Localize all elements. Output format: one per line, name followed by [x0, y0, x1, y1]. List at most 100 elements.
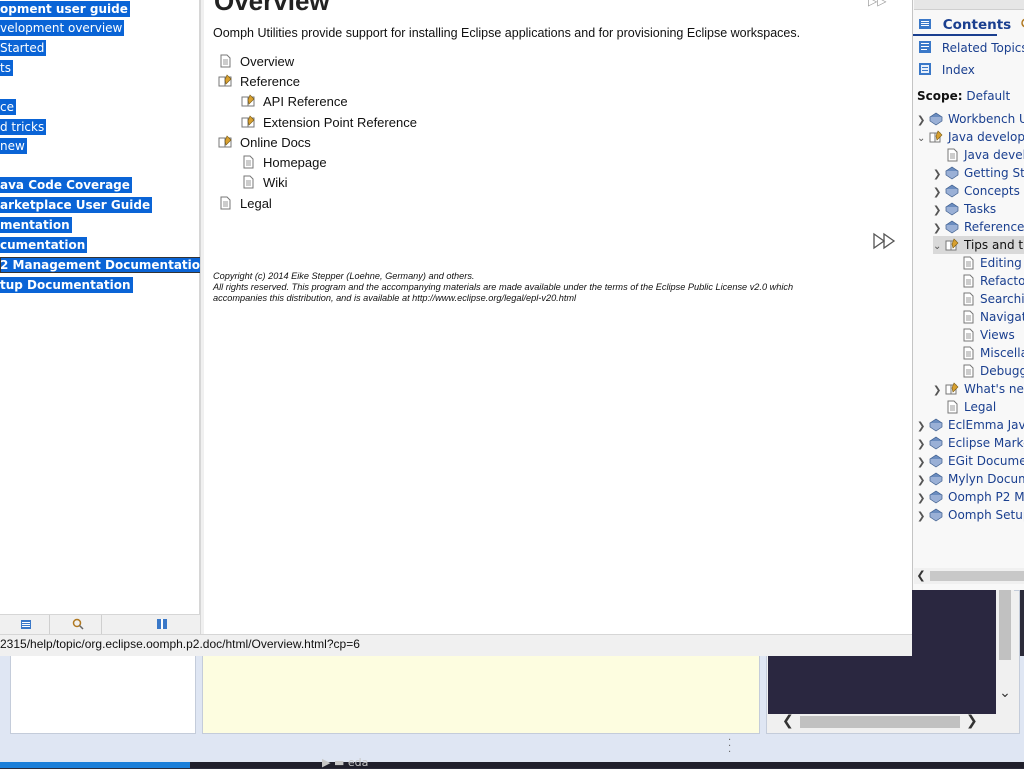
tree-node[interactable]: Editing	[949, 254, 1024, 272]
tree-item[interactable]: opment user guide	[0, 1, 130, 17]
toc-link[interactable]: Online Docs	[218, 134, 311, 152]
toc-link-label: Extension Point Reference	[263, 115, 417, 130]
copyright-line: All rights reserved. This program and th…	[213, 282, 794, 292]
tree-node[interactable]: ❯ Oomph Setup	[917, 506, 1024, 524]
tab-related-topics[interactable]: Related Topics	[918, 40, 1024, 55]
tree-node[interactable]: Debugg	[949, 362, 1024, 380]
background-horizontal-scroll-thumb[interactable]	[800, 716, 960, 728]
tree-node[interactable]: ⌄ Tips and tri	[933, 236, 1024, 254]
tree-item[interactable]: d tricks	[0, 119, 47, 135]
book-icon	[929, 490, 943, 504]
tree-item[interactable]: mentation	[0, 217, 72, 233]
tree-node-label: Getting Sta	[964, 166, 1024, 180]
tree-item[interactable]: new	[0, 138, 27, 154]
tree-node[interactable]: ❯EclEmma Java	[917, 416, 1024, 434]
page-icon	[218, 54, 232, 68]
background-vertical-scroll-thumb[interactable]	[999, 590, 1011, 660]
tree-node[interactable]: Java develo	[933, 146, 1024, 164]
page-icon	[961, 346, 975, 360]
tree-item[interactable]: ava Code Coverage	[0, 177, 132, 193]
tree-item[interactable]: Started	[0, 40, 47, 56]
related-topics-icon	[919, 41, 931, 53]
tree-item[interactable]: arketplace User Guide	[0, 197, 153, 213]
book-icon	[218, 74, 232, 88]
toc-link-label: Online Docs	[240, 135, 311, 150]
tree-node-label: Java develo	[964, 148, 1024, 162]
tree-node[interactable]: ❯ Mylyn Docum	[917, 470, 1024, 488]
tree-node[interactable]: ❯ Reference	[933, 218, 1024, 236]
tree-node[interactable]: Miscella	[949, 344, 1024, 362]
toc-link[interactable]: Reference	[218, 73, 300, 91]
tree-node[interactable]: ❯Eclipse Market	[917, 434, 1024, 452]
search-icon[interactable]	[1020, 17, 1024, 33]
toc-link[interactable]: Legal	[218, 195, 272, 213]
toc-link-label: API Reference	[263, 94, 348, 109]
page-icon	[961, 328, 975, 342]
tree-node[interactable]: Searchin	[949, 290, 1024, 308]
toc-link[interactable]: Wiki	[241, 174, 288, 192]
help-view-scroll-thumb[interactable]	[930, 571, 1024, 581]
taskbar-item[interactable]: ▶ ▬ eda	[322, 756, 368, 769]
tree-node[interactable]: ⌄ Java develop	[917, 128, 1024, 146]
tree-node[interactable]: Legal	[933, 398, 1024, 416]
toc-link[interactable]: Homepage	[241, 154, 327, 172]
taskbar-active-strip	[0, 762, 190, 768]
tree-node-label: Mylyn Docum	[948, 472, 1024, 486]
scope-link[interactable]: Default	[966, 89, 1010, 103]
book-icon	[241, 115, 255, 129]
toc-link-label: Legal	[240, 196, 272, 211]
tree-node-label: Eclipse Market	[948, 436, 1024, 450]
tree-item[interactable]: ts	[0, 60, 13, 76]
tree-node[interactable]: ❯ Oomph P2 Ma	[917, 488, 1024, 506]
play-icon: ▶	[322, 756, 331, 769]
page-icon	[241, 175, 255, 189]
search-tab-button[interactable]	[52, 615, 102, 635]
background-panel-left	[10, 656, 196, 734]
book-icon	[945, 166, 959, 180]
tab-contents[interactable]: Contents	[918, 17, 1024, 33]
tree-node[interactable]: ❯ Workbench U	[917, 110, 1024, 128]
nav-arrows-icon[interactable]: ▷▷	[868, 0, 886, 8]
book-icon	[929, 454, 943, 468]
toc-link[interactable]: API Reference	[241, 93, 348, 111]
tab-related-label: Related Topics	[941, 41, 1024, 55]
tree-item[interactable]: 2 Management Documentation	[0, 257, 211, 273]
tree-node-label: EclEmma Java	[948, 418, 1024, 432]
tree-item[interactable]: cumentation	[0, 237, 88, 253]
taskbar-item-label: eda	[347, 756, 369, 769]
book-icon	[945, 202, 959, 216]
collapsed-chevron-icon[interactable]: ❯	[917, 508, 929, 526]
tree-node[interactable]: ❯What's nev	[933, 380, 1024, 398]
tree-node[interactable]: ❯ Tasks	[933, 200, 1024, 218]
tree-item[interactable]: ce	[0, 99, 16, 115]
expanded-chevron-icon[interactable]: ⌄	[917, 130, 929, 148]
book-icon	[929, 418, 943, 432]
tree-item[interactable]: tup Documentation	[0, 277, 133, 293]
tab-contents-label: Contents	[942, 17, 1012, 33]
scroll-left-arrow-icon[interactable]: ❮	[914, 568, 928, 584]
bookmarks-tab-button[interactable]	[104, 615, 200, 635]
open-book-icon	[929, 130, 943, 144]
tree-item[interactable]: velopment overview	[0, 20, 125, 36]
toc-link[interactable]: Overview	[218, 53, 294, 71]
search-icon	[72, 618, 84, 630]
help-navigation-pane: opment user guide velopment overview Star…	[0, 0, 211, 614]
page-icon	[961, 310, 975, 324]
tree-node[interactable]: Refacto	[949, 272, 1024, 290]
tree-node[interactable]: ❯ Concepts	[933, 182, 1024, 200]
scroll-left-arrow-icon[interactable]: ❮	[782, 713, 798, 729]
scroll-right-arrow-icon[interactable]: ❯	[966, 713, 982, 729]
next-topic-icon[interactable]	[872, 232, 898, 250]
tree-node[interactable]: ❯ EGit Documer	[917, 452, 1024, 470]
resize-grip-icon[interactable]: · · ·	[728, 736, 736, 758]
expanded-chevron-icon[interactable]: ⌄	[933, 238, 945, 256]
tree-node-label: Concepts	[964, 184, 1020, 198]
tab-index[interactable]: Index	[918, 62, 975, 77]
tree-node[interactable]: ❯Getting Sta	[933, 164, 1024, 182]
toc-link[interactable]: Extension Point Reference	[241, 114, 417, 132]
scroll-down-arrow-icon[interactable]: ⌄	[996, 684, 1014, 702]
contents-tab-button[interactable]	[0, 615, 50, 635]
tree-node[interactable]: Views	[949, 326, 1024, 344]
tree-node[interactable]: Navigat	[949, 308, 1024, 326]
book-icon	[929, 436, 943, 450]
